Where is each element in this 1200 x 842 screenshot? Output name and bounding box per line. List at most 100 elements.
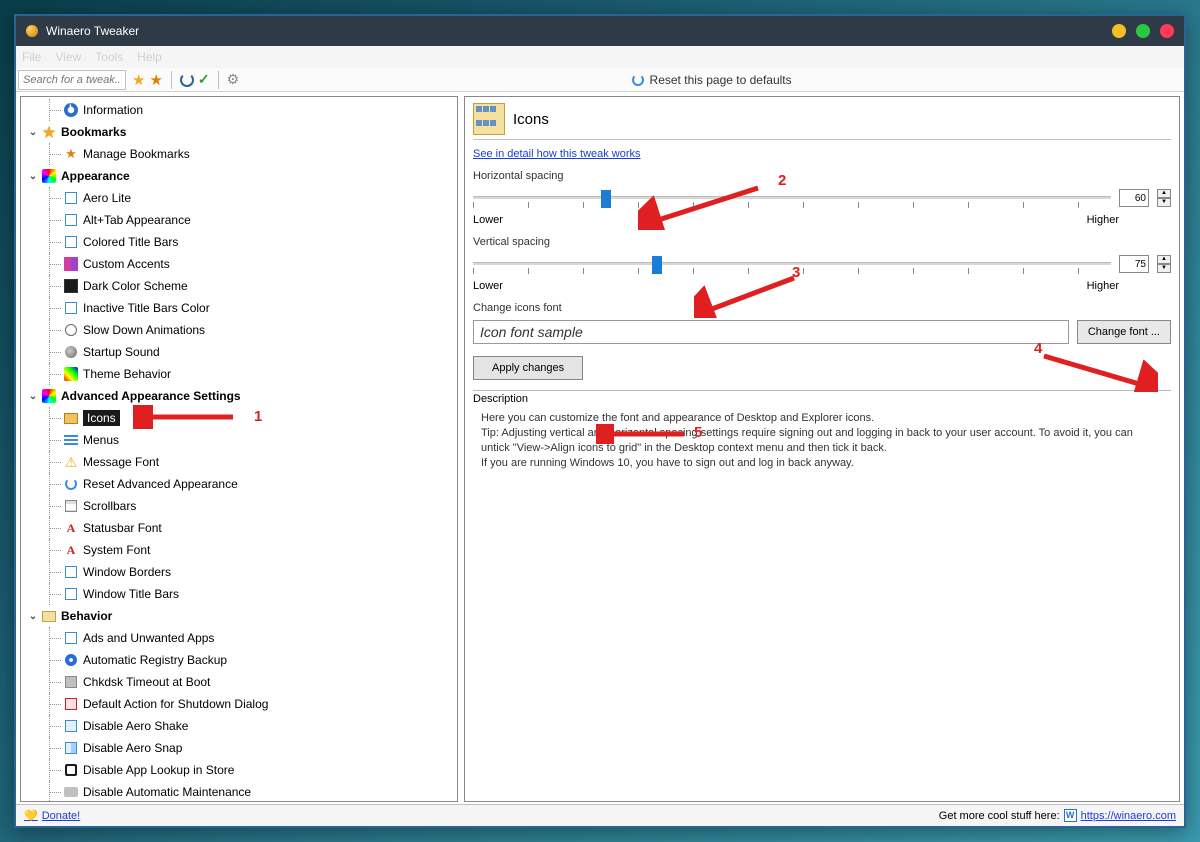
maximize-dot[interactable] — [1136, 24, 1150, 38]
theme-icon — [63, 366, 79, 382]
tree-label: Disable App Lookup in Store — [83, 763, 234, 777]
tree-category[interactable]: ⌄Appearance — [21, 165, 457, 187]
chevron-down-icon[interactable]: ⌄ — [27, 611, 39, 622]
app-window: Winaero Tweaker File View Tools Help ★ ★… — [14, 14, 1186, 828]
vspacing-value[interactable]: 75 — [1119, 255, 1149, 273]
tree-item[interactable]: Disable App Lookup in Store — [21, 759, 457, 781]
tree-item[interactable]: ★Manage Bookmarks — [21, 143, 457, 165]
menu-help[interactable]: Help — [137, 50, 162, 64]
disk-icon — [63, 674, 79, 690]
tree-panel[interactable]: Information⌄★Bookmarks★Manage Bookmarks⌄… — [20, 96, 458, 802]
tree-label: Window Borders — [83, 565, 171, 579]
tree-item[interactable]: Information — [21, 99, 457, 121]
menu-file[interactable]: File — [22, 50, 41, 64]
chevron-down-icon[interactable]: ⌄ — [27, 171, 39, 182]
winaero-icon: W — [1064, 809, 1077, 822]
tree-item[interactable]: Alt+Tab Appearance — [21, 209, 457, 231]
tree-item[interactable]: Disable Automatic Maintenance — [21, 781, 457, 802]
tree-item[interactable]: AStatusbar Font — [21, 517, 457, 539]
store-icon — [63, 762, 79, 778]
tree-label: Menus — [83, 433, 119, 447]
tree-label: Window Title Bars — [83, 587, 179, 601]
tree-item[interactable]: Startup Sound — [21, 341, 457, 363]
tree-item[interactable]: Menus — [21, 429, 457, 451]
tree-category[interactable]: ⌄Behavior — [21, 605, 457, 627]
star-outline-icon[interactable]: ★ — [149, 71, 162, 89]
chevron-down-icon[interactable]: ⌄ — [27, 391, 39, 402]
minimize-dot[interactable] — [1112, 24, 1126, 38]
tree-item[interactable]: Dark Color Scheme — [21, 275, 457, 297]
tree-label: Information — [83, 103, 143, 117]
rainbow-icon — [41, 388, 57, 404]
tree-label: Disable Automatic Maintenance — [83, 785, 251, 799]
detail-link[interactable]: See in detail how this tweak works — [473, 148, 641, 160]
tree-item[interactable]: Window Title Bars — [21, 583, 457, 605]
check-icon[interactable]: ✓ — [198, 71, 210, 88]
tree-item[interactable]: Theme Behavior — [21, 363, 457, 385]
tree-item[interactable]: A System Font — [21, 539, 457, 561]
tree-item[interactable]: Default Action for Shutdown Dialog — [21, 693, 457, 715]
font-sample: Icon font sample — [473, 320, 1069, 344]
star-filled-icon[interactable]: ★ — [132, 71, 145, 89]
tree-item[interactable]: Disable Aero Snap — [21, 737, 457, 759]
tree-label: Statusbar Font — [83, 521, 162, 535]
sq-icon — [63, 630, 79, 646]
tree-item[interactable]: Ads and Unwanted Apps — [21, 627, 457, 649]
tree-item[interactable]: Reset Advanced Appearance — [21, 473, 457, 495]
tree-label: Alt+Tab Appearance — [83, 213, 191, 227]
hspacing-thumb[interactable] — [601, 190, 611, 208]
tree-label: Theme Behavior — [83, 367, 171, 381]
tree-label: Manage Bookmarks — [83, 147, 190, 161]
tree-item[interactable]: Inactive Title Bars Color — [21, 297, 457, 319]
search-input[interactable] — [18, 70, 126, 90]
menu-tools[interactable]: Tools — [95, 50, 123, 64]
change-font-button[interactable]: Change font ... — [1077, 320, 1171, 344]
maint-icon — [63, 784, 79, 800]
reset-page-link[interactable]: Reset this page to defaults — [239, 73, 1184, 87]
tree-label: System Font — [83, 543, 150, 557]
tree-item[interactable]: Chkdsk Timeout at Boot — [21, 671, 457, 693]
tree-label: Slow Down Animations — [83, 323, 205, 337]
sq-icon — [63, 190, 79, 206]
hspacing-slider[interactable] — [473, 188, 1111, 208]
tree-item[interactable]: Icons — [21, 407, 457, 429]
description-text: Here you can customize the font and appe… — [481, 411, 1163, 426]
refresh-icon[interactable] — [180, 73, 194, 87]
hspacing-value[interactable]: 60 — [1119, 189, 1149, 207]
vspacing-spinner[interactable]: ▲▼ — [1157, 255, 1171, 273]
tree-item[interactable]: Automatic Registry Backup — [21, 649, 457, 671]
tree-item[interactable]: Custom Accents — [21, 253, 457, 275]
donate-link[interactable]: 💛 Donate! — [24, 809, 80, 822]
star-icon: ★ — [41, 124, 57, 140]
behav-icon — [41, 608, 57, 624]
tree-category[interactable]: ⌄Advanced Appearance Settings — [21, 385, 457, 407]
vspacing-slider[interactable] — [473, 254, 1111, 274]
close-dot[interactable] — [1160, 24, 1174, 38]
tree-item[interactable]: Aero Lite — [21, 187, 457, 209]
hspacing-spinner[interactable]: ▲▼ — [1157, 189, 1171, 207]
tree-label: Aero Lite — [83, 191, 131, 205]
menu-view[interactable]: View — [55, 50, 81, 64]
tree-item[interactable]: Slow Down Animations — [21, 319, 457, 341]
vspacing-label: Vertical spacing — [473, 236, 1171, 248]
sq-icon — [63, 586, 79, 602]
tree-item[interactable]: Scrollbars — [21, 495, 457, 517]
titlebar[interactable]: Winaero Tweaker — [16, 16, 1184, 46]
rainbow-icon — [41, 168, 57, 184]
site-link[interactable]: https://winaero.com — [1081, 810, 1176, 822]
tree-category[interactable]: ⌄★Bookmarks — [21, 121, 457, 143]
a-icon: A — [63, 542, 79, 558]
tree-item[interactable]: Window Borders — [21, 561, 457, 583]
panel-title: Icons — [513, 111, 549, 128]
apply-button[interactable]: Apply changes — [473, 356, 583, 380]
tree-label: Custom Accents — [83, 257, 170, 271]
chevron-down-icon[interactable]: ⌄ — [27, 127, 39, 138]
clock-icon — [63, 322, 79, 338]
tree-item[interactable]: Colored Title Bars — [21, 231, 457, 253]
tree-item[interactable]: ⚠Message Font — [21, 451, 457, 473]
tree-label: Ads and Unwanted Apps — [83, 631, 214, 645]
description-box: Description Here you can customize the f… — [473, 390, 1171, 474]
gear-icon[interactable]: ⚙ — [227, 71, 240, 88]
tree-item[interactable]: Disable Aero Shake — [21, 715, 457, 737]
vspacing-thumb[interactable] — [652, 256, 662, 274]
